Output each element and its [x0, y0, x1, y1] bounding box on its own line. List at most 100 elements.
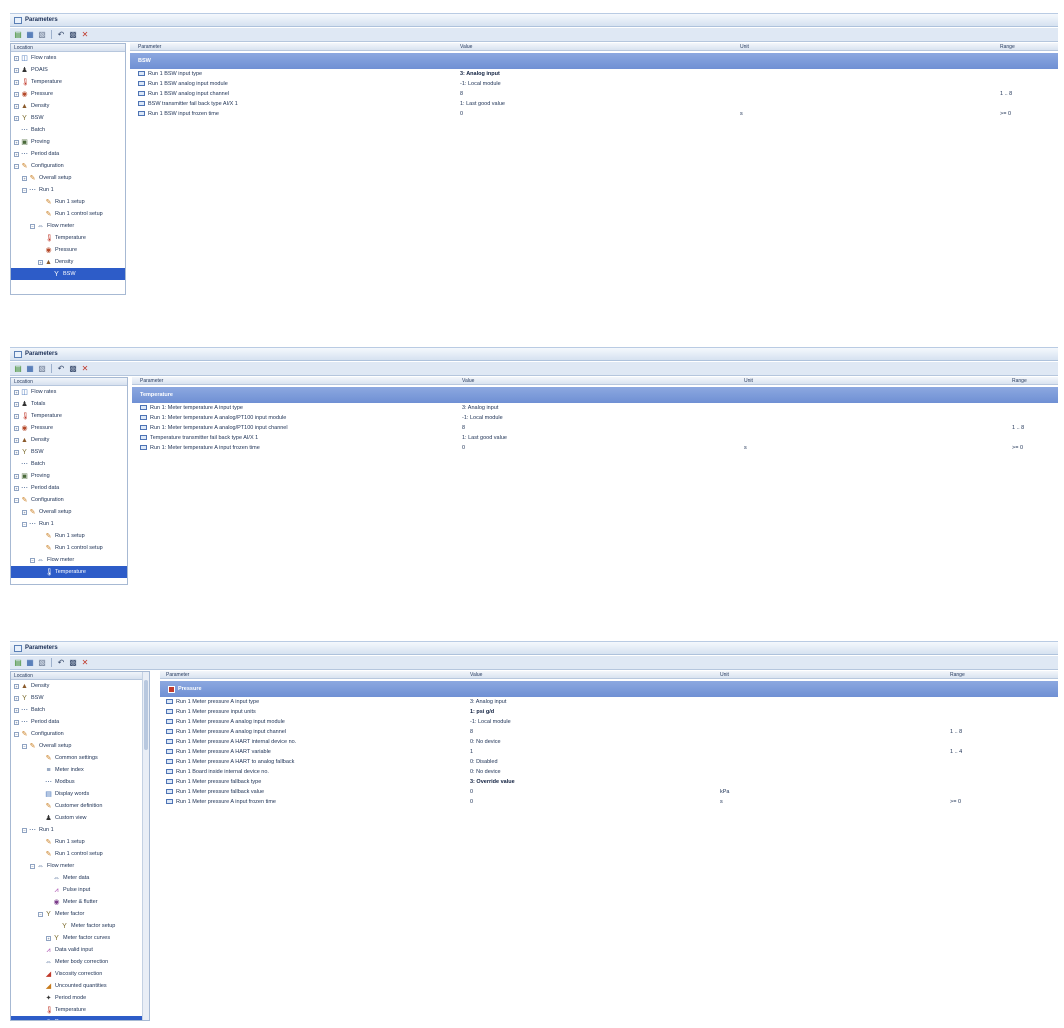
- value-cell[interactable]: 0: [462, 443, 465, 453]
- tree-node[interactable]: + ▲ Density: [11, 256, 125, 268]
- tree-node[interactable]: + Y BSW: [11, 112, 125, 124]
- value-cell[interactable]: 0: No device: [470, 767, 501, 777]
- value-cell[interactable]: 3: Analog input: [462, 403, 498, 413]
- undo-button[interactable]: ↶: [56, 364, 66, 374]
- location-column-header[interactable]: Location: [11, 44, 125, 52]
- tree-node[interactable]: + ▲ Density: [11, 434, 127, 446]
- export-button[interactable]: ▩: [68, 658, 78, 668]
- parameter-row[interactable]: Run 1 BSW input type 3: Analog input: [130, 69, 1058, 79]
- tree-node[interactable]: ✎ Run 1 setup: [11, 196, 125, 208]
- value-cell[interactable]: 0: [460, 109, 463, 119]
- tree-node[interactable]: + 🌡 Temperature: [11, 76, 125, 88]
- tree-node[interactable]: + ▣ Proving: [11, 136, 125, 148]
- location-tree[interactable]: Location + ▲ Density + Y BSW + ⋯ Batch + ⋯ Period da…: [10, 671, 150, 1021]
- value-cell[interactable]: 3: Override value: [470, 777, 515, 787]
- tree-node[interactable]: + ▲ Density: [11, 100, 125, 112]
- tree-node[interactable]: 🌡 Temperature: [11, 1004, 149, 1016]
- expand-icon[interactable]: +: [14, 103, 19, 109]
- delete-button[interactable]: ✕: [80, 658, 90, 668]
- collapse-icon[interactable]: −: [30, 557, 35, 563]
- expand-icon[interactable]: +: [14, 449, 19, 455]
- tree-node[interactable]: ◢ Viscosity correction: [11, 968, 149, 980]
- column-header-parameter[interactable]: Parameter: [140, 377, 163, 385]
- tree-node[interactable]: + ◫ Flow rates: [11, 386, 127, 398]
- parameter-row[interactable]: Run 1 Board inside internal device no. 0:…: [160, 767, 1058, 777]
- parameter-row[interactable]: Run 1: Meter temperature A analog/PT100 …: [132, 413, 1058, 423]
- tree-node[interactable]: ◉Pressure: [11, 1016, 149, 1020]
- value-cell[interactable]: 0: [470, 797, 473, 807]
- tree-node[interactable]: + ▲ Density: [11, 680, 149, 692]
- tree-node[interactable]: − ✎ Configuration: [11, 160, 125, 172]
- value-cell[interactable]: -1: Local module: [460, 79, 501, 89]
- value-cell[interactable]: 8: [462, 423, 465, 433]
- tree-node[interactable]: − Y Meter factor: [11, 908, 149, 920]
- print-button[interactable]: ▧: [37, 364, 47, 374]
- value-cell[interactable]: 8: [470, 727, 473, 737]
- expand-icon[interactable]: +: [14, 139, 19, 145]
- open-button[interactable]: ▤: [13, 658, 23, 668]
- collapse-icon[interactable]: −: [22, 187, 27, 193]
- tree-node[interactable]: ✎ Common settings: [11, 752, 149, 764]
- column-header-value[interactable]: Value: [460, 43, 472, 51]
- value-cell[interactable]: 3: Analog input: [460, 69, 500, 79]
- column-header-value[interactable]: Value: [470, 671, 482, 679]
- tree-node[interactable]: ✎ Run 1 control setup: [11, 542, 127, 554]
- parameter-row[interactable]: Run 1: Meter temperature A input type 3: …: [132, 403, 1058, 413]
- tree-node[interactable]: ⋯ Batch: [11, 124, 125, 136]
- print-button[interactable]: ▧: [37, 658, 47, 668]
- window-titlebar[interactable]: Parameters: [10, 641, 1058, 655]
- parameter-row[interactable]: Run 1 BSW analog input channel 8 1 .. 8: [130, 89, 1058, 99]
- tree-node[interactable]: − ⋯ Run 1: [11, 184, 125, 196]
- tree-node[interactable]: + 🌡 Temperature: [11, 410, 127, 422]
- undo-button[interactable]: ↶: [56, 30, 66, 40]
- expand-icon[interactable]: +: [14, 413, 19, 419]
- value-cell[interactable]: -1: Local module: [470, 717, 511, 727]
- expand-icon[interactable]: +: [14, 485, 19, 491]
- collapse-icon[interactable]: −: [14, 497, 19, 503]
- parameter-row[interactable]: Run 1: Meter temperature A input frozen …: [132, 443, 1058, 453]
- location-column-header[interactable]: Location: [11, 672, 149, 680]
- parameter-row[interactable]: Run 1 Meter pressure A input type 3: Anal…: [160, 697, 1058, 707]
- tree-node[interactable]: + ⋯ Batch: [11, 704, 149, 716]
- tree-node[interactable]: − ✎ Configuration: [11, 728, 149, 740]
- open-button[interactable]: ▤: [13, 364, 23, 374]
- tree-node[interactable]: − ⇔ Flow meter: [11, 860, 149, 872]
- delete-button[interactable]: ✕: [80, 30, 90, 40]
- tree-node[interactable]: + ✎ Overall setup: [11, 506, 127, 518]
- tree-node[interactable]: ✎ Run 1 control setup: [11, 208, 125, 220]
- parameter-row[interactable]: Temperature transmitter fail back type A…: [132, 433, 1058, 443]
- tree-node[interactable]: ◉Pressure: [11, 244, 125, 256]
- tree-node[interactable]: ⩘ Pulse input: [11, 884, 149, 896]
- column-header-value[interactable]: Value: [462, 377, 474, 385]
- parameter-row[interactable]: Run 1: Meter temperature A analog/PT100 …: [132, 423, 1058, 433]
- tree-node[interactable]: ⩘ Data valid input: [11, 944, 149, 956]
- group-header[interactable]: Pressure: [160, 681, 1058, 697]
- parameter-row[interactable]: Run 1 Meter pressure fallback value 0 kPa: [160, 787, 1058, 797]
- tree-node[interactable]: + Y Meter factor curves: [11, 932, 149, 944]
- tree-node[interactable]: + ♟ Totals: [11, 398, 127, 410]
- parameter-row[interactable]: Run 1 Meter pressure A HART variable 1 1 .…: [160, 747, 1058, 757]
- group-header[interactable]: Temperature: [132, 387, 1058, 403]
- export-button[interactable]: ▩: [68, 30, 78, 40]
- window-titlebar[interactable]: Parameters: [10, 347, 1058, 361]
- collapse-icon[interactable]: −: [22, 827, 27, 833]
- tree-node[interactable]: + ♟ POAIS: [11, 64, 125, 76]
- tree-node[interactable]: + ⋯ Period data: [11, 482, 127, 494]
- undo-button[interactable]: ↶: [56, 658, 66, 668]
- tree-node[interactable]: ⋯ Batch: [11, 458, 127, 470]
- parameter-row[interactable]: Run 1 Meter pressure A HART to analog fa…: [160, 757, 1058, 767]
- tree-node[interactable]: 🌡 Temperature: [11, 566, 127, 578]
- group-header[interactable]: BSW: [130, 53, 1058, 69]
- parameter-row[interactable]: Run 1 Meter pressure A analog input chan…: [160, 727, 1058, 737]
- column-header-parameter[interactable]: Parameter: [138, 43, 161, 51]
- tree-node[interactable]: ✎ Customer definition: [11, 800, 149, 812]
- tree-node[interactable]: + ▣ Proving: [11, 470, 127, 482]
- open-button[interactable]: ▤: [13, 30, 23, 40]
- location-tree[interactable]: Location + ◫ Flow rates + ♟ Totals + 🌡 Temperatur…: [10, 377, 128, 585]
- tree-node[interactable]: ♟ Custom view: [11, 812, 149, 824]
- save-button[interactable]: ▦: [25, 364, 35, 374]
- value-cell[interactable]: 0: No device: [470, 737, 501, 747]
- expand-icon[interactable]: +: [38, 259, 43, 265]
- expand-icon[interactable]: +: [14, 151, 19, 157]
- tree-node[interactable]: ≡ Meter index: [11, 764, 149, 776]
